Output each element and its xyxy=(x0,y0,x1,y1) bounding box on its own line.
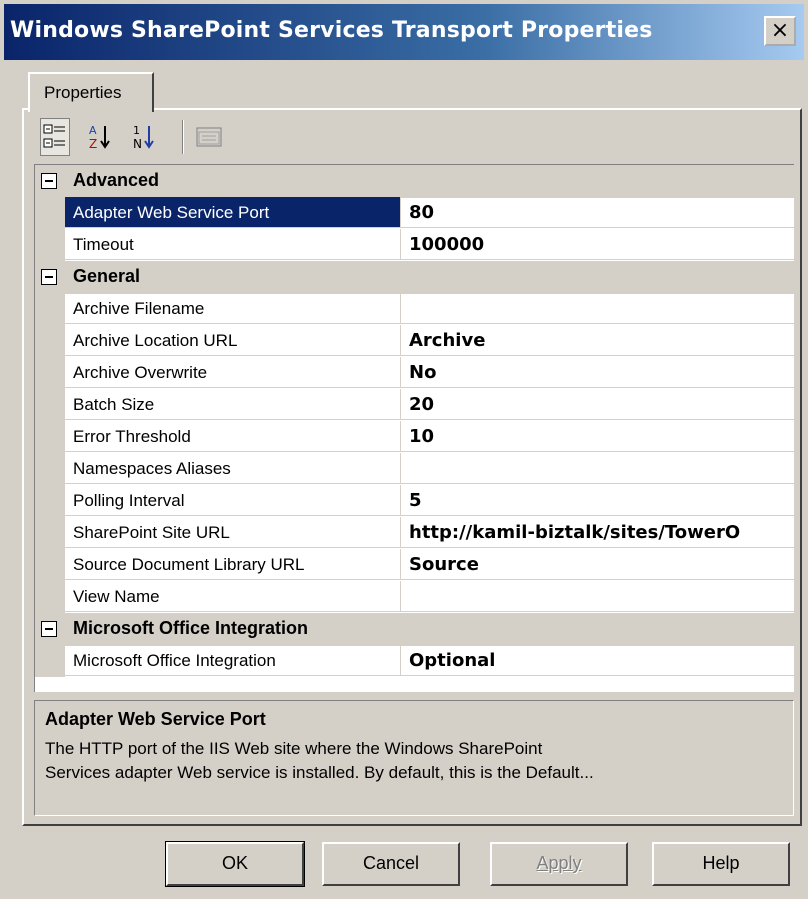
sort-numeric-icon: 1 N xyxy=(133,124,154,151)
property-name: Archive Filename xyxy=(65,293,401,324)
category-label: Advanced xyxy=(73,170,160,190)
property-description-pane: Adapter Web Service Port The HTTP port o… xyxy=(34,700,794,816)
sort-alpha-icon: A Z xyxy=(89,124,110,151)
property-grid[interactable]: Advanced Adapter Web Service Port 80 Tim… xyxy=(34,164,794,692)
apply-button[interactable]: Apply xyxy=(490,842,628,886)
description-line-2: Services adapter Web service is installe… xyxy=(45,763,594,782)
property-row-timeout[interactable]: Timeout 100000 xyxy=(35,229,794,261)
category-label: Microsoft Office Integration xyxy=(73,618,309,638)
property-value[interactable] xyxy=(401,453,794,484)
property-row-batch-size[interactable]: Batch Size 20 xyxy=(35,389,794,421)
category-advanced[interactable]: Advanced xyxy=(35,165,794,198)
categorized-button[interactable] xyxy=(40,118,70,156)
cancel-button[interactable]: Cancel xyxy=(322,842,460,886)
property-row-archive-overwrite[interactable]: Archive Overwrite No xyxy=(35,357,794,389)
property-name: Error Threshold xyxy=(65,421,401,452)
property-row-error-threshold[interactable]: Error Threshold 10 xyxy=(35,421,794,453)
toolbar-separator xyxy=(182,120,184,154)
svg-text:Z: Z xyxy=(89,137,97,151)
category-microsoft-office-integration[interactable]: Microsoft Office Integration xyxy=(35,613,794,646)
property-value[interactable]: 80 xyxy=(401,197,794,228)
property-pages-icon xyxy=(196,127,222,147)
property-row-namespaces-aliases[interactable]: Namespaces Aliases xyxy=(35,453,794,485)
description-title: Adapter Web Service Port xyxy=(45,709,266,729)
property-value[interactable]: Source xyxy=(401,549,794,580)
property-name: Source Document Library URL xyxy=(65,549,401,580)
property-name: Namespaces Aliases xyxy=(65,453,401,484)
sort-numeric-button[interactable]: 1 N xyxy=(130,118,160,156)
property-value[interactable]: 20 xyxy=(401,389,794,420)
property-value[interactable]: 10 xyxy=(401,421,794,452)
property-row-sharepoint-site-url[interactable]: SharePoint Site URL http://kamil-biztalk… xyxy=(35,517,794,549)
property-name: Archive Location URL xyxy=(65,325,401,356)
collapse-icon[interactable] xyxy=(41,269,57,285)
properties-dialog: Windows SharePoint Services Transport Pr… xyxy=(0,0,808,899)
property-name: Batch Size xyxy=(65,389,401,420)
property-value[interactable]: http://kamil-biztalk/sites/TowerO xyxy=(401,517,794,548)
property-name: Polling Interval xyxy=(65,485,401,516)
categorized-icon xyxy=(43,124,65,148)
property-name: SharePoint Site URL xyxy=(65,517,401,548)
property-value[interactable]: Optional xyxy=(401,645,794,676)
category-general[interactable]: General xyxy=(35,261,794,294)
property-row-archive-filename[interactable]: Archive Filename xyxy=(35,293,794,325)
svg-text:N: N xyxy=(133,137,142,151)
sort-alphabetical-button[interactable]: A Z xyxy=(86,118,116,156)
property-value[interactable] xyxy=(401,293,794,324)
property-value[interactable]: 100000 xyxy=(401,229,794,260)
property-row-polling-interval[interactable]: Polling Interval 5 xyxy=(35,485,794,517)
property-value[interactable]: No xyxy=(401,357,794,388)
ok-button[interactable]: OK xyxy=(165,841,305,887)
property-value[interactable] xyxy=(401,581,794,612)
svg-text:1: 1 xyxy=(133,124,140,137)
tab-properties[interactable]: Properties xyxy=(28,72,154,112)
title-bar[interactable]: Windows SharePoint Services Transport Pr… xyxy=(4,4,804,60)
svg-text:A: A xyxy=(89,124,97,137)
property-row-microsoft-office-integration[interactable]: Microsoft Office Integration Optional xyxy=(35,645,794,677)
collapse-icon[interactable] xyxy=(41,621,57,637)
property-row-view-name[interactable]: View Name xyxy=(35,581,794,613)
property-value[interactable]: 5 xyxy=(401,485,794,516)
property-row-archive-location-url[interactable]: Archive Location URL Archive xyxy=(35,325,794,357)
close-icon[interactable]: × xyxy=(764,16,796,46)
window-title: Windows SharePoint Services Transport Pr… xyxy=(10,18,653,43)
category-label: General xyxy=(73,266,141,286)
property-row-adapter-web-service-port[interactable]: Adapter Web Service Port 80 xyxy=(35,197,794,229)
collapse-icon[interactable] xyxy=(41,173,57,189)
property-name: Timeout xyxy=(65,229,401,260)
property-name: Adapter Web Service Port xyxy=(65,197,401,228)
property-name: Microsoft Office Integration xyxy=(65,645,401,676)
property-grid-toolbar: A Z 1 N xyxy=(34,116,334,162)
property-name: View Name xyxy=(65,581,401,612)
property-row-source-document-library-url[interactable]: Source Document Library URL Source xyxy=(35,549,794,581)
property-name: Archive Overwrite xyxy=(65,357,401,388)
property-pages-button[interactable] xyxy=(194,118,224,156)
tab-properties-label: Properties xyxy=(44,83,122,102)
description-text: The HTTP port of the IIS Web site where … xyxy=(45,737,785,785)
description-line-1: The HTTP port of the IIS Web site where … xyxy=(45,739,543,758)
help-button[interactable]: Help xyxy=(652,842,790,886)
property-value[interactable]: Archive xyxy=(401,325,794,356)
